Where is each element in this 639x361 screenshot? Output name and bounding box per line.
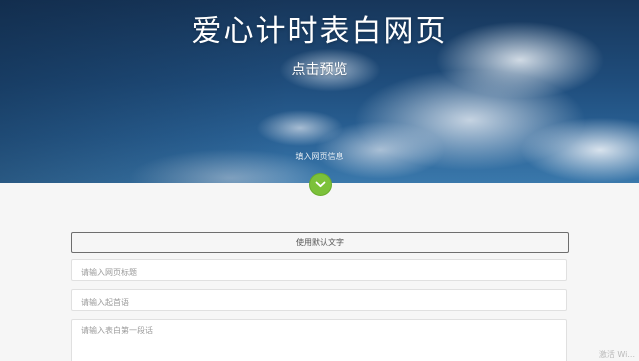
page: 爱心计时表白网页 点击预览 填入网页信息 使用默认文字 激活 Wi... (0, 0, 639, 361)
chevron-down-icon (315, 181, 326, 188)
page-title-input[interactable] (72, 262, 566, 283)
activation-watermark: 激活 Wi... (598, 350, 635, 359)
page-title: 爱心计时表白网页 (191, 14, 448, 49)
hero-banner: 爱心计时表白网页 点击预览 填入网页信息 (0, 0, 639, 183)
first-paragraph-textarea[interactable] (72, 320, 566, 361)
paragraph-field-wrapper (71, 319, 567, 361)
use-default-text-button[interactable]: 使用默认文字 (71, 232, 569, 253)
title-field-wrapper (71, 259, 567, 283)
opening-input[interactable] (72, 292, 566, 313)
info-section-label: 填入网页信息 (295, 152, 344, 161)
form-area: 使用默认文字 激活 Wi... (0, 183, 639, 361)
preview-link[interactable]: 点击预览 (0, 59, 639, 79)
scroll-down-button[interactable] (309, 173, 332, 196)
opening-field-wrapper (71, 289, 567, 313)
